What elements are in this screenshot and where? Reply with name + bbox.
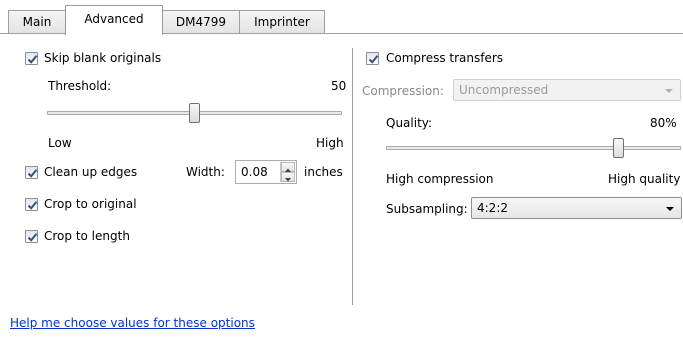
compression-label: Compression:: [362, 84, 444, 98]
skip-blank-checkbox[interactable]: [25, 52, 38, 65]
tab-main[interactable]: Main: [8, 10, 66, 33]
crop-original-label: Crop to original: [44, 197, 137, 211]
threshold-slider-thumb[interactable]: [189, 103, 200, 123]
spin-up-button[interactable]: [281, 162, 295, 172]
compress-transfers-checkbox[interactable]: [366, 52, 379, 65]
subsampling-label: Subsampling:: [386, 202, 468, 216]
threshold-value: 50: [331, 79, 347, 93]
quality-slider-track[interactable]: [386, 146, 681, 150]
compression-value: Uncompressed: [459, 83, 549, 97]
tab-advanced[interactable]: Advanced: [65, 5, 163, 35]
skip-blank-label: Skip blank originals: [44, 51, 162, 65]
checkmark-icon: [368, 55, 379, 64]
tab-dm4799[interactable]: DM4799: [162, 10, 240, 33]
crop-length-label: Crop to length: [44, 229, 130, 243]
subsampling-value: 4:2:2: [477, 201, 508, 215]
compression-dropdown[interactable]: Uncompressed: [453, 79, 681, 101]
subsampling-dropdown[interactable]: 4:2:2: [471, 197, 682, 219]
spin-buttons: [280, 162, 295, 182]
spin-down-button[interactable]: [281, 172, 295, 182]
quality-slider-thumb[interactable]: [613, 138, 624, 158]
width-label: Width:: [186, 165, 225, 179]
checkmark-icon: [27, 201, 38, 210]
width-unit-label: inches: [304, 165, 343, 179]
panel-divider: [352, 48, 353, 305]
tab-strip: Main Advanced DM4799 Imprinter: [0, 0, 683, 36]
tab-imprinter[interactable]: Imprinter: [239, 10, 325, 33]
clean-edges-label: Clean up edges: [44, 165, 138, 179]
crop-original-checkbox[interactable]: [25, 198, 38, 211]
chevron-down-icon: [665, 89, 673, 93]
arrow-down-icon: [285, 178, 291, 182]
chevron-down-icon: [666, 207, 674, 211]
checkmark-icon: [27, 55, 38, 64]
compress-transfers-label: Compress transfers: [386, 51, 504, 65]
checkmark-icon: [27, 233, 38, 242]
threshold-high-label: High: [316, 136, 344, 150]
crop-length-checkbox[interactable]: [25, 230, 38, 243]
quality-label: Quality:: [386, 116, 433, 130]
checkmark-icon: [27, 169, 38, 178]
quality-max-label: High quality: [608, 172, 681, 186]
clean-edges-checkbox[interactable]: [25, 166, 38, 179]
quality-min-label: High compression: [386, 172, 494, 186]
width-value: 0.08: [241, 165, 268, 179]
threshold-low-label: Low: [48, 136, 72, 150]
help-link[interactable]: Help me choose values for these options: [10, 316, 255, 330]
width-spinner[interactable]: 0.08: [235, 160, 297, 184]
quality-value: 80%: [650, 116, 677, 130]
threshold-label: Threshold:: [48, 79, 112, 93]
